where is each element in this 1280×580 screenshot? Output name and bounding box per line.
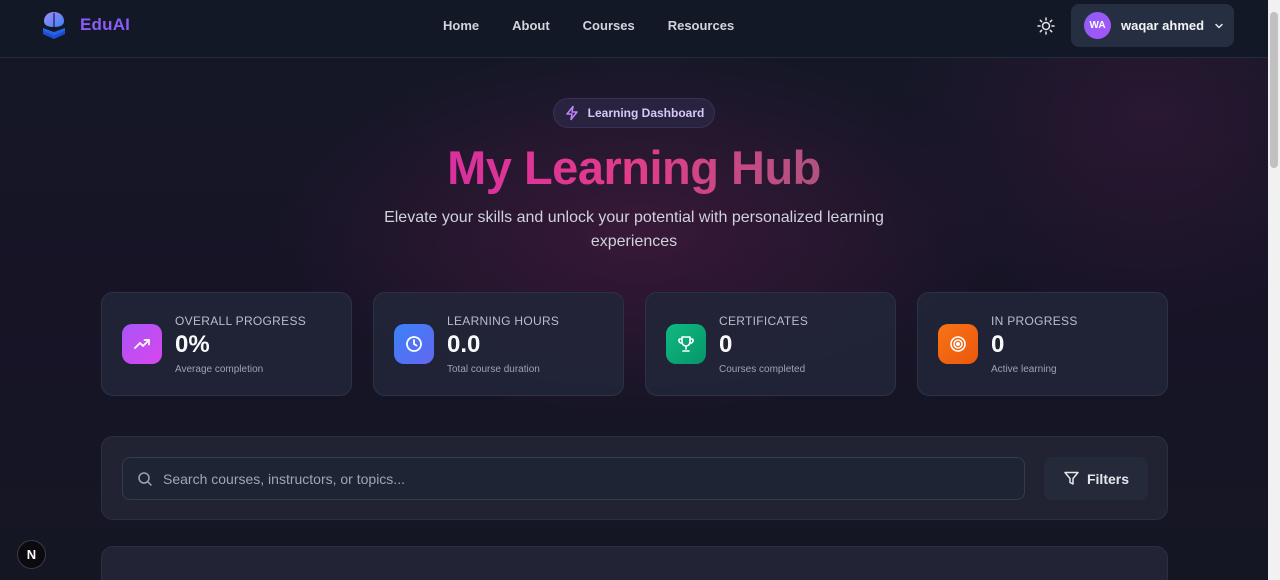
stat-subtext: Average completion [175,364,264,375]
search-panel: Search courses, instructors, or topics..… [101,436,1168,520]
chevron-down-icon [1215,23,1223,28]
trending-up-icon [122,324,162,364]
stat-subtext: Total course duration [447,364,540,375]
nextjs-dev-indicator[interactable]: N [17,540,46,569]
stat-subtext: Courses completed [719,364,806,375]
stat-value: 0 [991,331,1005,358]
page-title-text: My Learning Hub [447,141,821,194]
user-menu-button[interactable]: WA waqar ahmed [1071,4,1234,47]
filters-button[interactable]: Filters [1044,457,1148,500]
search-placeholder: Search courses, instructors, or topics..… [163,470,405,487]
brand-logo[interactable]: EduAI [40,10,130,40]
search-icon [138,471,152,486]
lightning-icon [565,105,578,121]
badge-label: Learning Dashboard [587,106,705,120]
filters-label: Filters [1086,470,1129,487]
nav-resources-link[interactable]: Resources [668,18,734,33]
stat-card-progress: OVERALL PROGRESS 0% Average completion [101,292,352,396]
nav-home-link[interactable]: Home [443,18,479,33]
brain-logo-icon [43,12,65,39]
target-icon [938,324,978,364]
nav-about-link[interactable]: About [512,18,550,33]
stat-value: 0.0 [447,331,481,358]
page-subtitle: Elevate your skills and unlock your pote… [384,209,884,250]
search-input[interactable]: Search courses, instructors, or topics..… [122,457,1025,500]
stat-label: LEARNING HOURS [447,314,560,328]
top-navbar: EduAI Home About Courses Resources WA wa… [0,0,1268,58]
brand-name: EduAI [80,15,131,34]
scrollbar-thumb[interactable] [1270,12,1278,168]
stat-card-hours: LEARNING HOURS 0.0 Total course duration [373,292,624,396]
dashboard-badge: Learning Dashboard [553,98,715,128]
stat-card-in-progress: IN PROGRESS 0 Active learning [917,292,1168,396]
stat-label: IN PROGRESS [991,314,1078,328]
stat-label: OVERALL PROGRESS [175,314,307,328]
main-nav: Home About Courses Resources [443,18,767,33]
stat-subtext: Active learning [991,364,1057,375]
page-title: My Learning Hub [0,140,1268,195]
page-scrollbar[interactable] [1268,0,1280,580]
clock-icon [394,324,434,364]
avatar: WA [1084,12,1111,39]
stat-card-certificates: CERTIFICATES 0 Courses completed [645,292,896,396]
stat-label: CERTIFICATES [719,314,809,328]
course-list-panel [101,546,1168,580]
sun-icon[interactable] [1036,16,1056,36]
stat-value: 0 [719,331,733,358]
stat-value: 0% [175,331,210,358]
filter-icon [1064,471,1079,485]
nav-courses-link[interactable]: Courses [583,18,635,33]
user-name: waqar ahmed [1121,18,1205,33]
trophy-icon [666,324,706,364]
